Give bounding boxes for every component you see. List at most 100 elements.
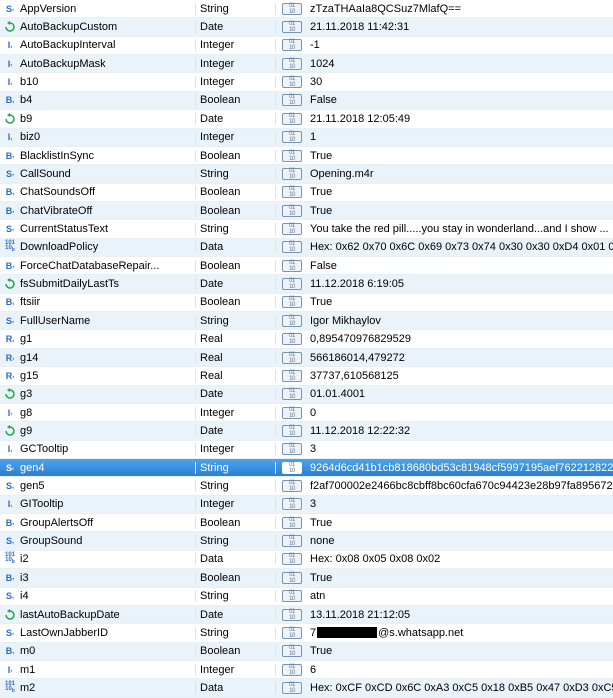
binary-badge-icon: 0110	[282, 131, 302, 143]
type-icon: S,	[0, 628, 18, 638]
value-badge: 0110	[276, 627, 308, 639]
property-row[interactable]: R,g14Real0110566186014,479272	[0, 349, 613, 367]
property-row[interactable]: B,ftsiirBoolean0110True	[0, 294, 613, 312]
property-row[interactable]: I,g8Integer01100	[0, 404, 613, 422]
property-row[interactable]: fsSubmitDailyLastTsDate011011.12.2018 6:…	[0, 275, 613, 293]
property-type: Real	[196, 333, 276, 345]
binary-badge-icon: 0110	[282, 58, 302, 70]
type-icon: 10110b	[0, 241, 18, 253]
binary-badge-icon: 0110	[282, 535, 302, 547]
type-icon: B,	[0, 297, 18, 307]
property-row[interactable]: B,ForceChatDatabaseRepair...Boolean0110F…	[0, 257, 613, 275]
type-icon: R,	[0, 334, 18, 344]
type-icon	[0, 388, 18, 400]
property-row[interactable]: 10110bDownloadPolicyData0110Hex: 0x62 0x…	[0, 239, 613, 257]
property-row[interactable]: g3Date011001.01.4001	[0, 386, 613, 404]
property-name: GroupAlertsOff	[18, 517, 196, 529]
property-row[interactable]: R,g15Real011037737,610568125	[0, 367, 613, 385]
property-row[interactable]: I,AutoBackupMaskInteger01101024	[0, 55, 613, 73]
property-row[interactable]: B,GroupAlertsOffBoolean0110True	[0, 514, 613, 532]
property-row[interactable]: S,FullUserNameString0110Igor Mikhaylov	[0, 312, 613, 330]
binary-badge-icon: 0110	[282, 39, 302, 51]
property-name: GCTooltip	[18, 443, 196, 455]
property-row[interactable]: S,gen4String01109264d6cd41b1cb818680bd53…	[0, 459, 613, 477]
property-name: GroupSound	[18, 535, 196, 547]
property-name: g3	[18, 388, 196, 400]
value-badge: 0110	[276, 223, 308, 235]
property-type: Data	[196, 241, 276, 253]
property-type: Integer	[196, 131, 276, 143]
property-row[interactable]: R,g1Real01100,895470976829529	[0, 330, 613, 348]
type-icon: B,	[0, 646, 18, 656]
binary-badge-icon: 0110	[282, 370, 302, 382]
property-row[interactable]: B,ChatSoundsOffBoolean0110True	[0, 184, 613, 202]
type-icon	[0, 609, 18, 621]
value-badge: 0110	[276, 113, 308, 125]
property-row[interactable]: I,biz0Integer01101	[0, 129, 613, 147]
value-badge: 0110	[276, 462, 308, 474]
property-row[interactable]: B,m0Boolean0110True	[0, 643, 613, 661]
value-badge: 0110	[276, 664, 308, 676]
property-name: FullUserName	[18, 315, 196, 327]
property-row[interactable]: S,i4String0110atn	[0, 588, 613, 606]
value-badge: 0110	[276, 21, 308, 33]
type-icon: B,	[0, 187, 18, 197]
property-name: b10	[18, 76, 196, 88]
property-type: Boolean	[196, 572, 276, 584]
property-name: g9	[18, 425, 196, 437]
property-row[interactable]: I,m1Integer01106	[0, 661, 613, 679]
value-badge: 0110	[276, 425, 308, 437]
property-value: True	[308, 645, 613, 657]
type-icon: B,	[0, 151, 18, 161]
property-row[interactable]: S,LastOwnJabberIDString01107@s.whatsapp.…	[0, 624, 613, 642]
property-row[interactable]: b9Date011021.11.2018 12:05:49	[0, 110, 613, 128]
property-type: Data	[196, 682, 276, 694]
property-row[interactable]: S,AppVersionString0110zTzaTHAaIa8QCSuz7M…	[0, 0, 613, 18]
property-type: Date	[196, 113, 276, 125]
property-value: 1	[308, 131, 613, 143]
property-row[interactable]: 10110bi2Data0110Hex: 0x08 0x05 0x08 0x02	[0, 551, 613, 569]
property-row[interactable]: B,BlacklistInSyncBoolean0110True	[0, 147, 613, 165]
type-icon: B,	[0, 206, 18, 216]
binary-badge-icon: 0110	[282, 425, 302, 437]
property-row[interactable]: I,GITooltipInteger01103	[0, 496, 613, 514]
property-value: 1024	[308, 58, 613, 70]
binary-badge-icon: 0110	[282, 517, 302, 529]
property-row[interactable]: S,gen5String0110f2af700002e2466bc8cbff8b…	[0, 477, 613, 495]
binary-badge-icon: 0110	[282, 664, 302, 676]
property-row[interactable]: S,CallSoundString0110Opening.m4r	[0, 165, 613, 183]
property-row[interactable]: B,ChatVibrateOffBoolean0110True	[0, 202, 613, 220]
type-icon: I,	[0, 408, 18, 418]
property-row[interactable]: B,i3Boolean0110True	[0, 569, 613, 587]
property-row[interactable]: S,CurrentStatusTextString0110You take th…	[0, 220, 613, 238]
property-value: True	[308, 205, 613, 217]
property-value: True	[308, 186, 613, 198]
property-row[interactable]: S,GroupSoundString0110none	[0, 532, 613, 550]
redacted-block	[317, 627, 377, 638]
property-row[interactable]: AutoBackupCustomDate011021.11.2018 11:42…	[0, 18, 613, 36]
property-row[interactable]: I,GCTooltipInteger01103	[0, 441, 613, 459]
property-name: b9	[18, 113, 196, 125]
binary-badge-icon: 0110	[282, 296, 302, 308]
property-value: -1	[308, 39, 613, 51]
value-badge: 0110	[276, 517, 308, 529]
value-badge: 0110	[276, 498, 308, 510]
property-type: Integer	[196, 407, 276, 419]
property-type: Real	[196, 370, 276, 382]
property-row[interactable]: B,b4Boolean0110False	[0, 92, 613, 110]
property-name: g14	[18, 352, 196, 364]
binary-badge-icon: 0110	[282, 645, 302, 657]
binary-badge-icon: 0110	[282, 682, 302, 694]
property-row[interactable]: lastAutoBackupDateDate011013.11.2018 21:…	[0, 606, 613, 624]
binary-badge-icon: 0110	[282, 590, 302, 602]
property-row[interactable]: I,AutoBackupIntervalInteger0110-1	[0, 37, 613, 55]
property-value: Opening.m4r	[308, 168, 613, 180]
property-value: You take the red pill.....you stay in wo…	[308, 223, 613, 235]
property-value: 30	[308, 76, 613, 88]
binary-badge-icon: 0110	[282, 3, 302, 15]
property-row[interactable]: I,b10Integer011030	[0, 73, 613, 91]
type-icon: S,	[0, 169, 18, 179]
property-grid: S,AppVersionString0110zTzaTHAaIa8QCSuz7M…	[0, 0, 613, 698]
property-row[interactable]: g9Date011011.12.2018 12:22:32	[0, 422, 613, 440]
property-row[interactable]: 10110bm2Data0110Hex: 0xCF 0xCD 0x6C 0xA3…	[0, 679, 613, 697]
